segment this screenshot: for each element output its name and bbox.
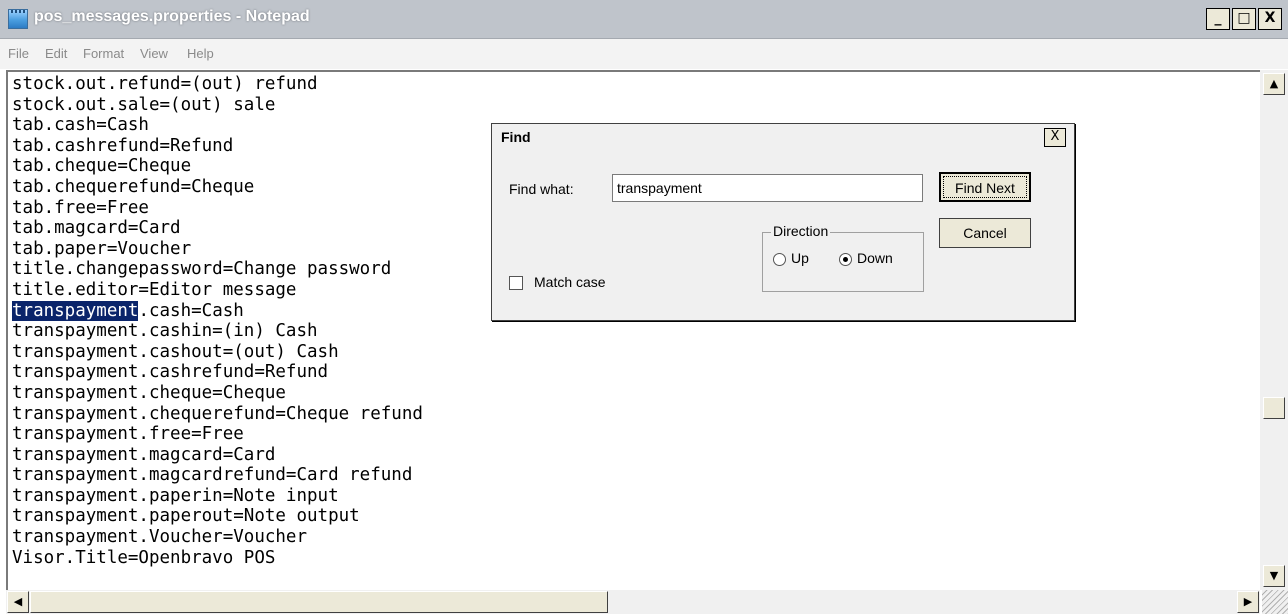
find-close-button[interactable]: X — [1044, 128, 1066, 147]
scroll-up-arrow-icon[interactable]: ▲ — [1263, 73, 1285, 95]
editor-line: transpayment.cash=Cash — [12, 300, 244, 321]
menu-view[interactable]: View — [140, 46, 168, 61]
direction-down-label: Down — [857, 250, 893, 266]
editor-line: Visor.Title=Openbravo POS — [12, 547, 276, 568]
horizontal-scrollbar[interactable]: ◀ ▶ — [6, 590, 1260, 614]
editor-line: title.editor=Editor message — [12, 279, 297, 300]
title-bar[interactable]: pos_messages.properties - Notepad _ □ X — [0, 0, 1288, 39]
scroll-right-arrow-icon[interactable]: ▶ — [1237, 591, 1259, 613]
direction-group: Direction Up Down — [762, 223, 924, 292]
editor-line: tab.cheque=Cheque — [12, 156, 192, 177]
editor-line: tab.cashrefund=Refund — [12, 135, 234, 156]
menu-edit[interactable]: Edit — [45, 46, 67, 61]
editor-line: transpayment.free=Free — [12, 424, 244, 445]
editor-line: transpayment.magcard=Card — [12, 444, 276, 465]
editor-line: transpayment.cashin=(in) Cash — [12, 321, 318, 342]
editor-line: stock.out.sale=(out) sale — [12, 94, 276, 115]
find-dialog-title: Find — [501, 129, 531, 145]
notepad-icon — [8, 9, 28, 29]
editor-line: tab.chequerefund=Cheque — [12, 176, 255, 197]
editor-line: transpayment.magcardrefund=Card refund — [12, 465, 413, 486]
match-case-checkbox[interactable] — [509, 276, 523, 290]
resize-grip-icon[interactable] — [1262, 590, 1288, 614]
find-dialog-title-bar[interactable]: Find X — [492, 124, 1074, 150]
editor-line: transpayment.cashrefund=Refund — [12, 362, 329, 383]
menu-file[interactable]: File — [8, 46, 29, 61]
editor-line: transpayment.paperout=Note output — [12, 506, 360, 527]
menu-help[interactable]: Help — [187, 46, 214, 61]
editor-line: stock.out.refund=(out) refund — [12, 74, 318, 94]
menu-format[interactable]: Format — [83, 46, 124, 61]
find-next-button[interactable]: Find Next — [939, 172, 1031, 202]
minimize-button[interactable]: _ — [1206, 8, 1230, 30]
menu-bar: File Edit Format View Help — [0, 39, 1288, 69]
find-dialog: Find X Find what: Find Next Cancel Direc… — [491, 123, 1075, 321]
find-what-input[interactable] — [612, 174, 923, 202]
scroll-left-arrow-icon[interactable]: ◀ — [7, 591, 29, 613]
window-title: pos_messages.properties - Notepad — [34, 8, 310, 25]
close-button[interactable]: X — [1258, 8, 1282, 30]
editor-line: tab.magcard=Card — [12, 218, 181, 239]
vertical-scrollbar[interactable]: ▲ ▼ — [1260, 70, 1288, 590]
editor-line: tab.paper=Voucher — [12, 238, 192, 259]
editor-lines: stock.out.refund=(out) refund stock.out.s… — [12, 74, 423, 568]
editor-line: tab.cash=Cash — [12, 115, 149, 136]
editor-line: tab.free=Free — [12, 197, 149, 218]
editor-line: transpayment.paperin=Note input — [12, 485, 339, 506]
editor-line: transpayment.cheque=Cheque — [12, 382, 286, 403]
editor-line: transpayment.cashout=(out) Cash — [12, 341, 339, 362]
editor-line: title.changepassword=Change password — [12, 259, 392, 280]
scroll-down-arrow-icon[interactable]: ▼ — [1263, 565, 1285, 587]
maximize-button[interactable]: □ — [1232, 8, 1256, 30]
direction-up-label: Up — [791, 250, 809, 266]
direction-up-radio[interactable] — [773, 253, 786, 266]
find-what-label: Find what: — [509, 181, 574, 197]
direction-down-radio[interactable] — [839, 253, 852, 266]
horizontal-scroll-thumb[interactable] — [30, 591, 608, 613]
editor-line: transpayment.chequerefund=Cheque refund — [12, 403, 423, 424]
search-match-highlight: transpayment — [12, 300, 139, 321]
editor-line: transpayment.Voucher=Voucher — [12, 527, 308, 548]
window-controls: _ □ X — [1206, 8, 1282, 30]
cancel-button[interactable]: Cancel — [939, 218, 1031, 248]
vertical-scroll-thumb[interactable] — [1263, 397, 1285, 419]
direction-label: Direction — [771, 223, 831, 239]
match-case-label: Match case — [534, 274, 606, 290]
